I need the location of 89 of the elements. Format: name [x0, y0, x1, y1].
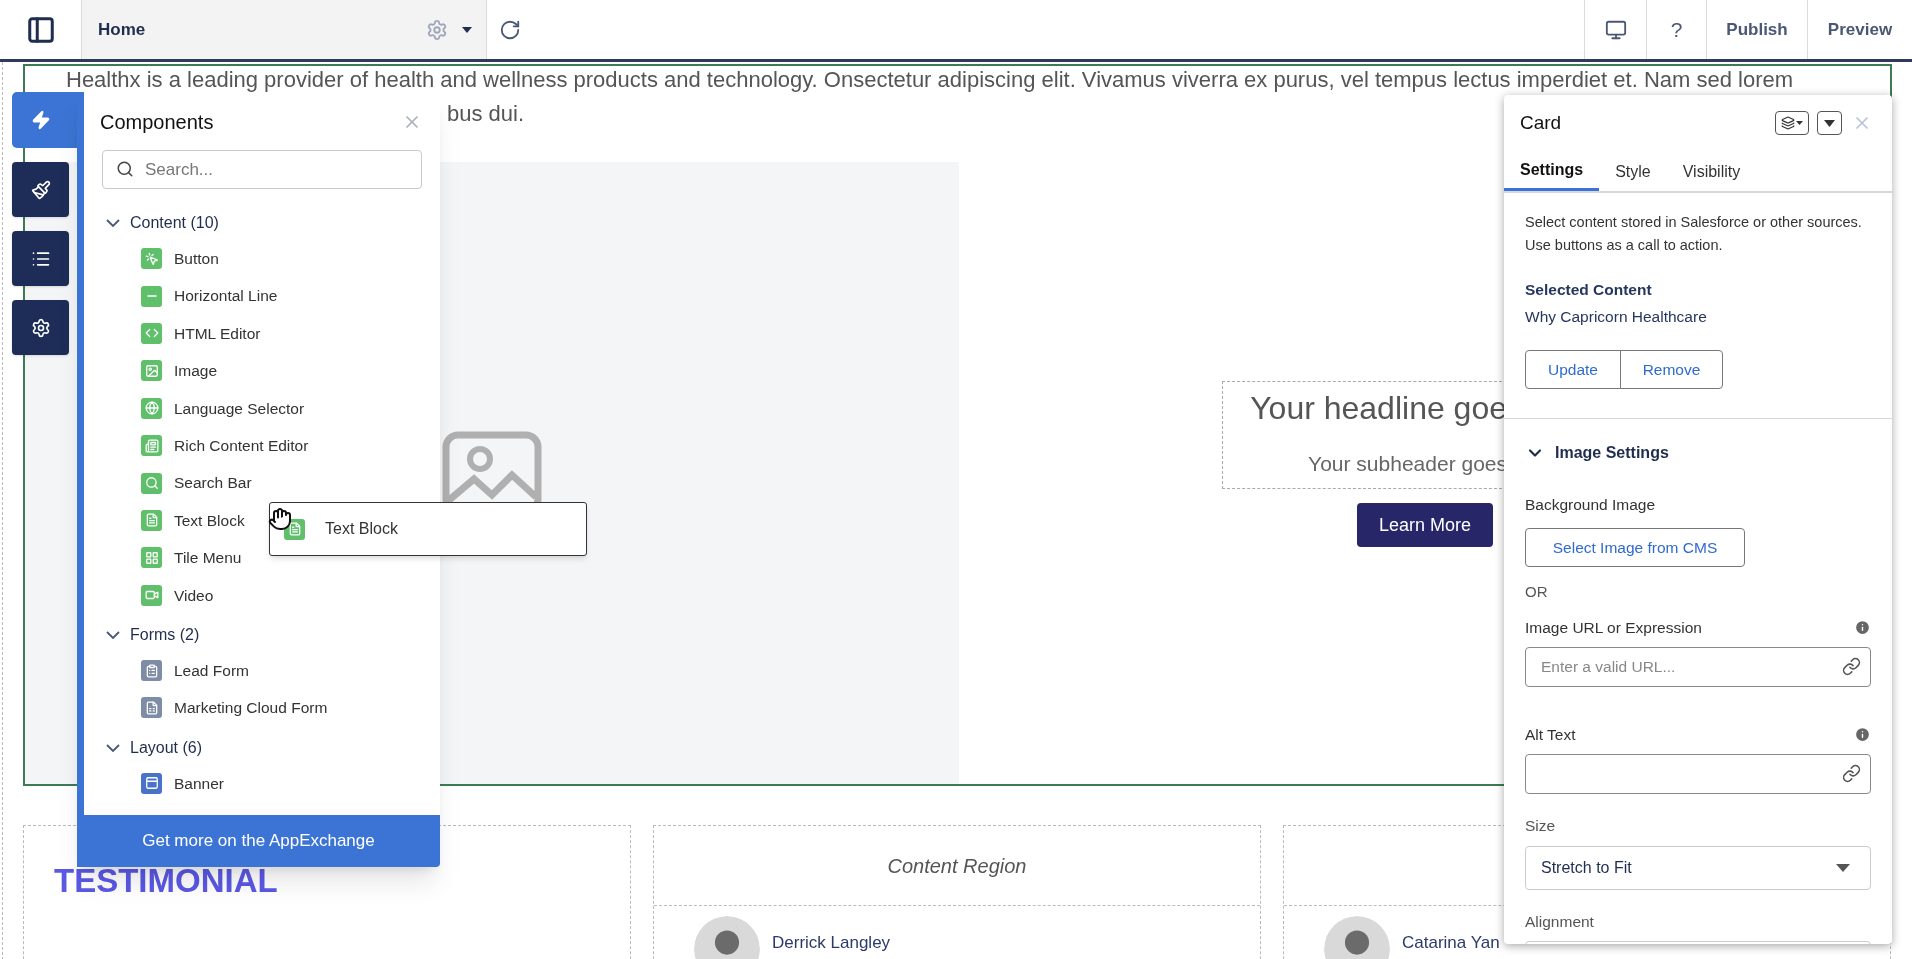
sidebar-tool[interactable]: [12, 300, 69, 355]
chevron-down-icon: [106, 630, 120, 639]
component-item[interactable]: Banner: [174, 771, 224, 795]
component-item[interactable]: Rich Content Editor: [174, 434, 309, 458]
component-item[interactable]: HTML Editor: [174, 321, 261, 346]
panel-title: Components: [100, 110, 214, 135]
or-label: OR: [1525, 582, 1548, 603]
selected-content-label: Selected Content: [1525, 279, 1652, 300]
caret-icon: [1836, 863, 1850, 872]
content-action-button[interactable]: Remove: [1620, 350, 1723, 389]
component-item[interactable]: Marketing Cloud Form: [174, 696, 328, 720]
text-field[interactable]: [1525, 754, 1871, 795]
selected-content-value: Why Capricorn Healthcare: [1525, 306, 1707, 327]
sidebar-tool[interactable]: [12, 162, 69, 217]
globe-icon: [141, 397, 162, 419]
group-label: Layout (6): [130, 737, 203, 758]
headline: Your headline goe: [1250, 389, 1507, 428]
component-item[interactable]: Lead Form: [174, 658, 249, 683]
brush-icon: [30, 179, 51, 200]
search-field[interactable]: Search...: [102, 150, 422, 189]
description-text: Select content stored in Salesforce or other sources. Use buttons as a call to action.: [1525, 212, 1863, 255]
preview-button[interactable]: Preview: [1807, 0, 1912, 59]
field-label: Background Image: [1525, 495, 1656, 515]
select-image-button[interactable]: Select Image from CMS: [1525, 528, 1745, 568]
person-name: Catarina Yan: [1402, 932, 1500, 954]
refresh-icon[interactable]: [499, 18, 521, 41]
component-item[interactable]: Tile Menu: [174, 546, 242, 570]
dropdown-button[interactable]: [1817, 111, 1842, 136]
field-label: Alt Text: [1525, 725, 1576, 745]
group-header[interactable]: Layout (6): [84, 730, 203, 765]
banner-icon: [141, 772, 162, 794]
group-header[interactable]: Forms (2): [84, 617, 200, 652]
group-label: Forms (2): [130, 624, 200, 645]
document-icon: [141, 435, 162, 457]
component-item[interactable]: Text Block: [174, 508, 245, 533]
group-header[interactable]: Content (10): [84, 206, 219, 240]
layout-icon[interactable]: [25, 14, 56, 45]
text-field[interactable]: Enter a valid URL...: [1525, 647, 1871, 687]
content-action-button[interactable]: Update: [1525, 350, 1621, 389]
info-icon[interactable]: [1854, 618, 1871, 636]
image-icon: [141, 360, 162, 382]
intro-text: Healthx is a leading provider of health and wellness products and technology. Onsectetur adipiscing elit. Vivamus viverra ex purus, vel tempus lectus imperdiet et. Nam sed lorem: [66, 66, 1794, 93]
search-icon: [141, 472, 162, 494]
caret-icon: [1824, 119, 1835, 127]
page-tab[interactable]: Home: [82, 0, 487, 59]
component-item[interactable]: Button: [174, 247, 219, 271]
field-label: Size: [1525, 816, 1556, 837]
clipboard-icon: [141, 660, 162, 682]
learn-more-button[interactable]: Learn More: [1357, 503, 1493, 547]
chevron-down-icon: [106, 743, 120, 752]
section-label: Image Settings: [1555, 443, 1669, 463]
field-label: Image URL or Expression: [1525, 617, 1702, 638]
sidebar-tool[interactable]: [12, 231, 69, 286]
text-icon: [141, 509, 162, 531]
component-item[interactable]: Search Bar: [174, 471, 252, 495]
monitor-icon: [1604, 18, 1627, 41]
panel-title: Card: [1520, 111, 1563, 135]
person-name: Derrick Langley: [772, 932, 891, 954]
grid-icon: [141, 547, 162, 569]
intro-text: bus dui.: [447, 100, 525, 127]
section-header[interactable]: Image Settings: [1525, 441, 1669, 465]
lightning-icon: [31, 110, 51, 130]
publish-button[interactable]: Publish: [1706, 0, 1807, 59]
panel-tab[interactable]: Settings: [1504, 152, 1600, 191]
component-item[interactable]: Video: [174, 583, 214, 607]
camera-icon: [141, 584, 162, 606]
component-item[interactable]: Image: [174, 359, 218, 383]
region-header: Content Region: [887, 853, 1027, 879]
field-label: Alignment: [1525, 911, 1594, 932]
size-select[interactable]: Stretch to Fit: [1525, 845, 1871, 890]
panel-tab[interactable]: Style: [1599, 152, 1667, 191]
settings-icon: [30, 317, 51, 338]
code-icon: [141, 322, 162, 344]
component-item[interactable]: Language Selector: [174, 396, 305, 420]
search-icon: [116, 160, 134, 178]
chevron-down-icon: [106, 219, 120, 227]
help-button[interactable]: ?: [1646, 0, 1706, 59]
component-item[interactable]: Horizontal Line: [174, 284, 278, 308]
panel-tab[interactable]: Visibility: [1666, 152, 1757, 191]
caret-icon: [462, 26, 472, 33]
link-icon[interactable]: [1842, 657, 1861, 676]
pointer-icon: [141, 248, 162, 270]
link-icon[interactable]: [1842, 764, 1861, 784]
group-label: Content (10): [130, 213, 219, 233]
drag-label: Text Block: [325, 519, 398, 539]
form-icon: [141, 697, 162, 719]
info-icon[interactable]: [1854, 726, 1871, 744]
caret-icon: [1796, 121, 1803, 126]
component-menu-button[interactable]: [1775, 111, 1809, 136]
